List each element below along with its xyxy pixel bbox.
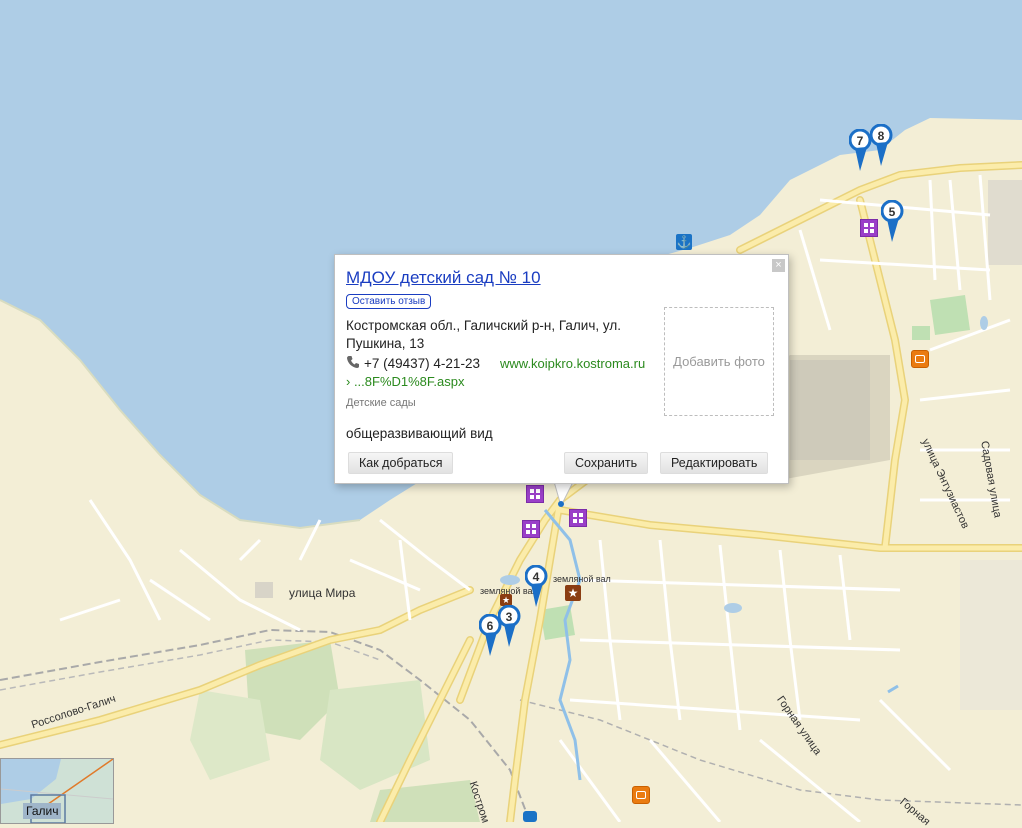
kindergarten-icon[interactable] bbox=[860, 219, 878, 237]
map-marker-8[interactable]: 8 bbox=[869, 123, 900, 166]
map-marker-4[interactable]: 4 bbox=[524, 564, 555, 607]
category-label: Детские сады bbox=[346, 397, 416, 409]
kindergarten-icon[interactable] bbox=[526, 485, 544, 503]
place-address: Костромская обл., Галичский р-н, Галич, … bbox=[346, 318, 621, 351]
phone-icon bbox=[347, 356, 359, 368]
website-url-tail-link[interactable]: › ...8F%D1%8F.aspx bbox=[346, 374, 465, 389]
anchor-icon[interactable]: ⚓ bbox=[676, 234, 692, 250]
shop-icon[interactable] bbox=[632, 786, 650, 804]
website-link[interactable]: www.koipkro.kostroma.ru bbox=[500, 356, 645, 371]
leave-review-button[interactable]: Оставить отзыв bbox=[346, 294, 432, 309]
kindergarten-type: общеразвивающий вид bbox=[346, 426, 493, 441]
phone-number: +7 (49437) 4-21-23 bbox=[364, 356, 480, 371]
monument-star-icon[interactable]: ★ bbox=[565, 585, 581, 601]
add-photo-button[interactable]: Добавить фото bbox=[664, 307, 774, 416]
label-zemlyanoy-val: земляной вал bbox=[553, 574, 611, 584]
save-button[interactable]: Сохранить bbox=[564, 452, 649, 474]
map-marker-5[interactable]: 5 bbox=[880, 199, 911, 242]
minimap-city-label: Галич bbox=[23, 803, 62, 819]
place-title-link[interactable]: МДОУ детский сад № 10 bbox=[346, 268, 541, 288]
overview-minimap[interactable]: Галич bbox=[0, 758, 114, 824]
edit-button[interactable]: Редактировать bbox=[660, 452, 769, 474]
directions-button[interactable]: Как добраться bbox=[348, 452, 454, 474]
place-info-popup: × МДОУ детский сад № 10 Оставить отзыв К… bbox=[334, 254, 789, 484]
shop-icon[interactable] bbox=[911, 350, 929, 368]
kindergarten-icon[interactable] bbox=[522, 520, 540, 538]
station-icon[interactable] bbox=[523, 811, 537, 822]
map-marker-6[interactable]: 6 bbox=[478, 613, 509, 656]
street-label-mira: улица Мира bbox=[289, 586, 356, 600]
close-icon[interactable]: × bbox=[772, 259, 785, 272]
phone-row: +7 (49437) 4-21-23 bbox=[346, 355, 480, 371]
